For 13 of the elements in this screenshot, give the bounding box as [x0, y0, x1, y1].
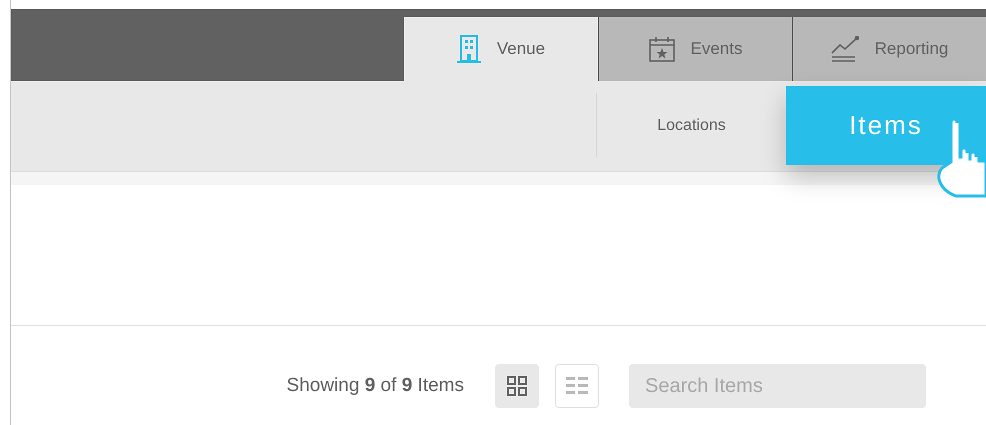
item-count-text: Showing 9 of 9 Items [286, 374, 464, 398]
nav-tab[interactable]: Reporting [792, 17, 986, 81]
nav-tab[interactable]: Events [598, 17, 792, 81]
list-view-icon [566, 376, 588, 396]
building-icon [456, 35, 481, 63]
calendar-icon [648, 36, 674, 62]
grid-view-button[interactable] [495, 364, 539, 408]
grid-view-icon [507, 376, 527, 396]
line-chart-icon [830, 36, 859, 62]
nav-tab[interactable]: Venue [404, 17, 598, 81]
search-field[interactable]: Search Items [629, 364, 926, 408]
subnav-tab[interactable]: Items [786, 86, 986, 165]
subnav-tab[interactable]: Locations [597, 81, 786, 171]
